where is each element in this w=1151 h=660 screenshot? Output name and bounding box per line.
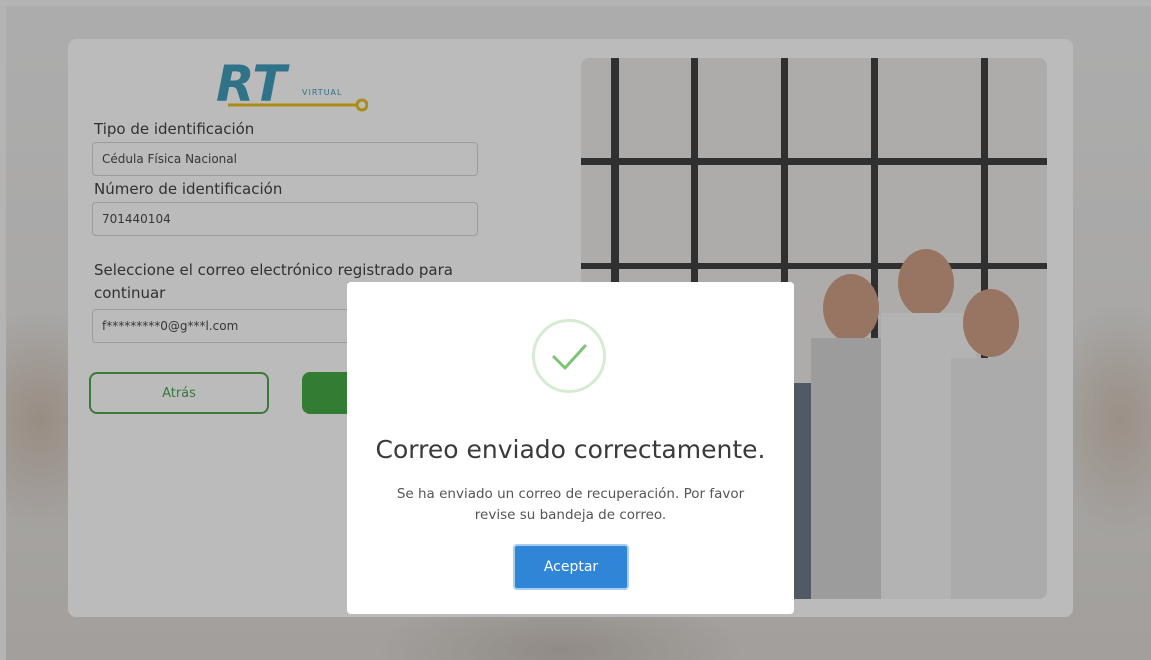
success-dialog: Correo enviado correctamente. Se ha envi…	[347, 282, 794, 614]
dialog-message: Se ha enviado un correo de recuperación.…	[387, 484, 754, 526]
accept-button[interactable]: Aceptar	[513, 544, 629, 590]
dialog-title: Correo enviado correctamente.	[375, 435, 766, 464]
check-icon	[552, 344, 587, 370]
dialog-message-line2: revise su bandeja de correo.	[474, 507, 667, 523]
dialog-message-line1: Se ha enviado un correo de recuperación.…	[396, 486, 745, 502]
success-ring	[532, 319, 606, 393]
